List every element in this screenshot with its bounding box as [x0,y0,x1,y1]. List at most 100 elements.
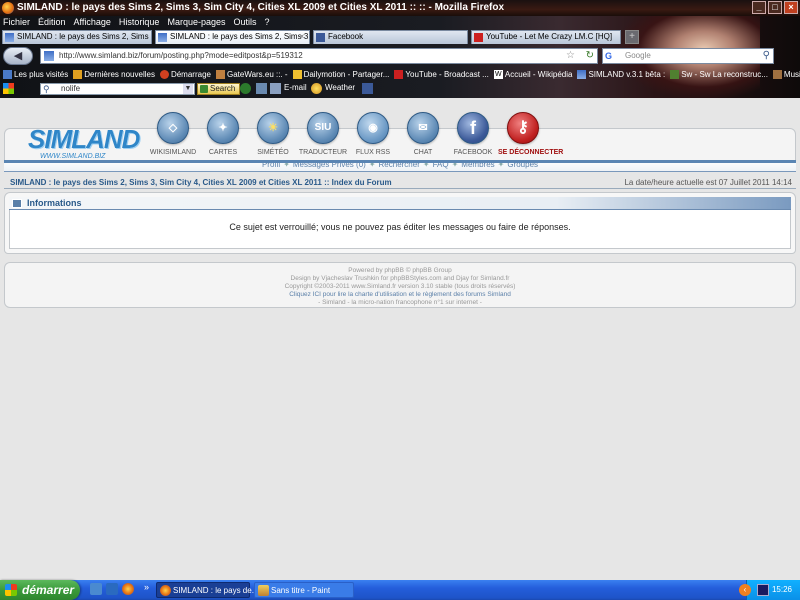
info-icon [12,199,22,208]
search-button-label: Search [210,84,236,93]
email-button[interactable]: E-mail [284,83,307,92]
menu-outils[interactable]: Outils [234,17,257,29]
start-label: démarrer [22,583,75,597]
bookmark-label: Dailymotion - Partager... [303,69,390,79]
bookmark-label: SIMLAND v.3.1 bêta : [588,69,666,79]
bookmark-item[interactable]: Musique à la demande... [772,67,800,81]
bookmark-item[interactable]: Les plus visités [3,67,68,81]
ie-icon[interactable] [106,583,118,595]
facebook-favicon [316,33,325,42]
url-bar[interactable]: http://www.simland.biz/forum/posting.php… [40,48,598,64]
footer-charter-link[interactable]: Cliquez ICI pour lire la charte d'utilis… [5,291,795,298]
tray-app-icon[interactable] [757,584,769,596]
tab-facebook[interactable]: Facebook [313,30,468,44]
show-desktop-icon[interactable] [90,583,102,595]
task-paint[interactable]: Sans titre - Paint [254,582,354,598]
tab-youtube[interactable]: YouTube - Let Me Crazy LM.C [HQ] [471,30,621,44]
icon-glyph: ◉ [368,122,378,134]
dailymotion-icon [292,69,302,79]
youtube-icon [394,69,404,79]
nav-traducteur[interactable]: SIU TRADUCTEUR [298,112,348,156]
breadcrumb[interactable]: SIMLAND : le pays des Sims 2, Sims 3, Si… [10,178,392,187]
maximize-button[interactable]: □ [768,1,782,14]
nav-label: FLUX RSS [355,149,391,156]
forum-links-bar: Profil ✦ Messages Privés (0) ✦ Rechercher ✦ FA… [4,160,796,172]
tab-simland-2[interactable]: SIMLAND : le pays des Sims 2, Sims 3, Si… [155,30,310,44]
footer-powered-by[interactable]: Powered by phpBB © phpBB Group [5,267,795,274]
new-tab-button[interactable]: + [625,30,639,44]
menu-affichage[interactable]: Affichage [74,17,111,29]
footer-tagline: - Simland - la micro-nation francophone … [318,299,482,306]
bookmark-item[interactable]: Dernières nouvelles [73,67,155,81]
nav-facebook[interactable]: f FACEBOOK [448,112,498,156]
nav-logout[interactable]: ⚷ SE DÉCONNECTER [498,112,563,156]
simland-logo[interactable]: SIMLAND WWW.SIMLAND.BIZ [24,120,140,164]
search-icon[interactable]: ⚲ [763,49,770,63]
toolbar-search-button[interactable]: Search [197,83,241,95]
bookmark-item[interactable]: YouTube - Broadcast ... [394,67,489,81]
site-favicon [44,51,54,61]
tab-close-icon[interactable]: × [297,32,307,42]
footer-design-credit[interactable]: Design by Vjacheslav Trushkin for phpBBS… [5,275,795,282]
nav-flux-rss[interactable]: ◉ FLUX RSS [348,112,398,156]
task-label: Sans titre - Paint [271,586,331,595]
google-icon[interactable]: G [605,50,621,62]
weather-button[interactable]: Weather [325,83,355,92]
simland-favicon [158,33,167,42]
wikipedia-icon: W [493,69,503,79]
bookmark-item[interactable]: Sw - Sw La reconstruc... [670,67,768,81]
bookmark-star-icon[interactable]: ☆ [566,49,575,63]
nav-label: WIKISIMLAND [149,149,197,156]
clock: 15:26 [771,585,792,594]
back-button[interactable]: ◀ [3,47,33,65]
bookmark-item[interactable]: Démarrage [159,67,211,81]
bookmark-label: YouTube - Broadcast ... [405,69,489,79]
bookmark-item[interactable]: W Accueil - Wikipédia [493,67,572,81]
information-panel: Informations Ce sujet est verrouillé; vo… [4,192,796,254]
nav-label: FACEBOOK [453,149,493,156]
music-icon [772,69,782,79]
system-tray: ‹ 15:26 [739,580,800,600]
bookmark-label: Les plus visités [14,69,69,79]
window-titlebar[interactable]: SIMLAND : le pays des Sims 2, Sims 3, Si… [0,0,800,16]
nav-cartes[interactable]: ✦ CARTES [198,112,248,156]
bookmark-label: Dernières nouvelles [84,69,155,79]
nav-wikisimland[interactable]: ◇ WIKISIMLAND [148,112,198,156]
icon-glyph: ✦ [218,122,228,134]
bookmark-label: Musique à la demande... [783,69,800,79]
menu-historique[interactable]: Historique [119,17,160,29]
task-firefox[interactable]: SIMLAND : le pays de... [156,582,258,598]
chevron-down-icon[interactable]: ▼ [183,84,193,94]
tray-expand-icon[interactable]: ‹ [739,584,751,596]
menu-help[interactable]: ? [265,17,270,29]
bookmark-item[interactable]: Dailymotion - Partager... [292,67,390,81]
nav-label: CHAT [413,149,433,156]
logo-subtitle: WWW.SIMLAND.BIZ [40,153,106,160]
nav-chat[interactable]: ✉ CHAT [398,112,448,156]
search-engine-box[interactable]: G Google ⚲ [602,48,774,64]
menu-edition[interactable]: Édition [38,17,66,29]
bookmark-item[interactable]: SIMLAND v.3.1 bêta : [577,67,665,81]
nav-simeteo[interactable]: ☀ SIMÉTÉO [248,112,298,156]
close-button[interactable]: × [784,1,798,14]
key-icon: ⚷ [507,112,539,144]
toolbar-logo-icon[interactable] [3,83,14,94]
wikisimland-icon: ◇ [157,112,189,144]
bookmark-icon [215,69,225,79]
tab-simland-1[interactable]: SIMLAND : le pays des Sims 2, Sims 3, Si… [2,30,152,44]
search-placeholder: Google [625,51,651,60]
toolbar-people-icon[interactable] [256,83,267,94]
toolbar-search-input[interactable]: ⚲ nolife ▼ [40,83,195,95]
menu-marque-pages[interactable]: Marque-pages [167,17,225,29]
firefox-quicklaunch-icon[interactable] [122,583,134,595]
toolbar-globe-icon[interactable] [240,83,251,94]
bookmark-item[interactable]: GateWars.eu ::. - [215,67,288,81]
quicklaunch-chevron-icon[interactable]: » [144,582,149,592]
weather-sun-icon: ☀ [257,112,289,144]
start-button[interactable]: démarrer [0,580,80,600]
minimize-button[interactable]: _ [752,1,766,14]
facebook-icon[interactable] [362,83,373,94]
menu-fichier[interactable]: Fichier [3,17,30,29]
reload-icon[interactable]: ↻ [586,49,594,63]
information-header: Informations [9,197,791,210]
